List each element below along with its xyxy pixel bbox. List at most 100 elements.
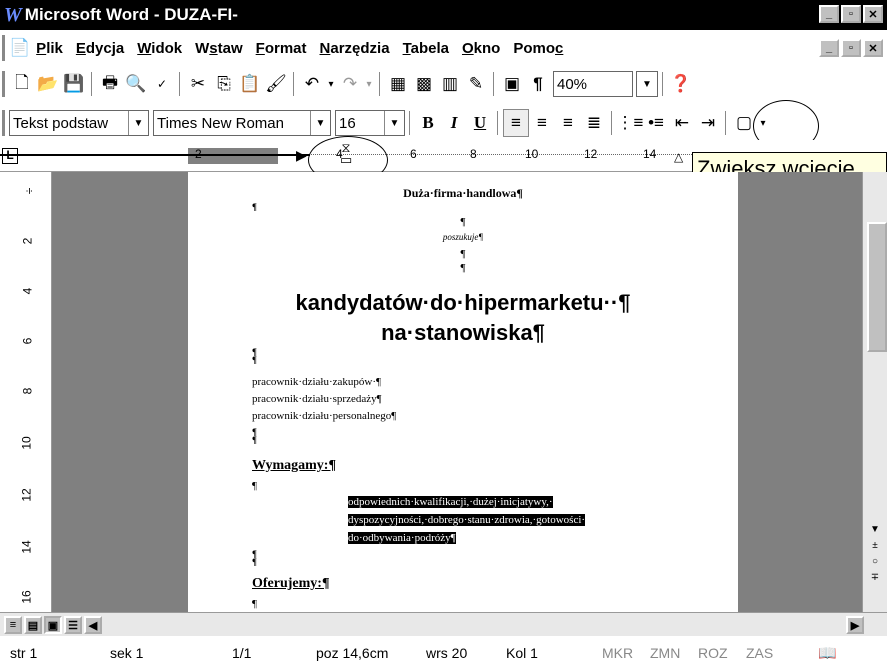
scroll-right-icon[interactable]: ▶ bbox=[846, 616, 864, 634]
restore-button[interactable]: ▫ bbox=[841, 5, 861, 23]
status-zas[interactable]: ZAS bbox=[746, 645, 773, 661]
format-painter-icon[interactable]: 🖌 bbox=[263, 70, 289, 98]
office-assistant-icon[interactable]: ❓ bbox=[668, 70, 694, 98]
ruler-v-label: 12 bbox=[19, 488, 34, 502]
justify-icon[interactable]: ≣ bbox=[581, 109, 607, 137]
print-layout-icon[interactable]: ▣ bbox=[44, 616, 62, 634]
close-button[interactable]: ✕ bbox=[863, 5, 883, 23]
ruler-v-label: 2 bbox=[20, 237, 35, 245]
menu-pomoc[interactable]: Pomoc bbox=[513, 40, 563, 57]
toolbar-grip bbox=[2, 110, 5, 136]
redo-icon[interactable]: ↷ bbox=[337, 70, 363, 98]
cut-icon[interactable]: ✂ bbox=[185, 70, 211, 98]
print-icon[interactable]: 🖶 bbox=[97, 70, 123, 98]
horizontal-scrollbar[interactable]: ≡ ▤ ▣ ☰ ◀ ▶ bbox=[0, 612, 887, 636]
separator bbox=[497, 111, 499, 135]
drawing-icon[interactable]: ✎ bbox=[463, 70, 489, 98]
doc-list-item: pracownik·działu·zakupów·¶ bbox=[252, 376, 381, 388]
font-dropdown-icon[interactable]: ▼ bbox=[310, 111, 330, 135]
doc-poszukuje: poszukuje¶ bbox=[442, 232, 484, 242]
bold-icon[interactable]: B bbox=[415, 109, 441, 137]
new-icon[interactable]: 🗋 bbox=[9, 70, 35, 98]
excel-table-icon[interactable]: ▩ bbox=[411, 70, 437, 98]
font-value: Times New Roman bbox=[157, 114, 284, 132]
status-roz[interactable]: ROZ bbox=[698, 645, 728, 661]
menu-widok[interactable]: Widok bbox=[137, 40, 182, 57]
doc-restore-button[interactable]: ▫ bbox=[841, 39, 861, 57]
zoom-select[interactable]: 40% bbox=[553, 71, 633, 97]
size-select[interactable]: 16 ▼ bbox=[335, 110, 405, 136]
separator bbox=[293, 72, 295, 96]
ruler-v-label: 16 bbox=[19, 590, 34, 604]
menu-wstaw[interactable]: Wstaw bbox=[195, 40, 243, 57]
ruler-v-label: 4 bbox=[20, 287, 35, 295]
save-icon[interactable]: 💾 bbox=[61, 70, 87, 98]
separator bbox=[409, 111, 411, 135]
style-dropdown-icon[interactable]: ▼ bbox=[128, 111, 148, 135]
numbering-icon[interactable]: ⋮≡ bbox=[617, 109, 644, 137]
normal-view-icon[interactable]: ≡ bbox=[4, 616, 22, 634]
web-view-icon[interactable]: ▤ bbox=[24, 616, 42, 634]
underline-icon[interactable]: U bbox=[467, 109, 493, 137]
align-left-icon[interactable]: ≡ bbox=[503, 109, 529, 137]
tab-selector-icon[interactable]: L bbox=[2, 148, 18, 164]
separator bbox=[91, 72, 93, 96]
separator bbox=[179, 72, 181, 96]
doc-close-button[interactable]: ✕ bbox=[863, 39, 883, 57]
status-bar: str 1 sek 1 1/1 poz 14,6cm wrs 20 Kol 1 … bbox=[0, 638, 887, 668]
style-select[interactable]: Tekst podstaw ▼ bbox=[9, 110, 149, 136]
minimize-button[interactable]: _ bbox=[819, 5, 839, 23]
columns-icon[interactable]: ▥ bbox=[437, 70, 463, 98]
undo-icon[interactable]: ↶ bbox=[299, 70, 325, 98]
undo-dropdown-icon[interactable]: ▾ bbox=[325, 70, 337, 98]
increase-indent-icon[interactable]: ⇥ bbox=[695, 109, 721, 137]
spelling-icon[interactable]: ✓ bbox=[149, 70, 175, 98]
align-center-icon[interactable]: ≡ bbox=[529, 109, 555, 137]
decrease-indent-icon[interactable]: ⇤ bbox=[669, 109, 695, 137]
scroll-thumb[interactable] bbox=[867, 222, 887, 352]
status-page: str 1 bbox=[10, 645, 38, 661]
size-dropdown-icon[interactable]: ▼ bbox=[384, 111, 404, 135]
document-page[interactable]: Duża·firma·handlowa¶ ¶ ¶ poszukuje¶ ¶ ¶ … bbox=[188, 172, 738, 612]
scroll-buttons[interactable]: ▼ ± ○ ∓ bbox=[863, 522, 887, 586]
show-formatting-icon[interactable]: ¶ bbox=[525, 70, 551, 98]
workspace-right bbox=[738, 172, 862, 612]
outline-view-icon[interactable]: ☰ bbox=[64, 616, 82, 634]
doc-big-line-1: kandydatów·do·hipermarketu··¶ bbox=[295, 290, 631, 315]
menu-narzedzia[interactable]: Narzędzia bbox=[320, 40, 390, 57]
zoom-dropdown-icon[interactable]: ▼ bbox=[636, 71, 658, 97]
doc-minimize-button[interactable]: _ bbox=[819, 39, 839, 57]
menu-okno[interactable]: Okno bbox=[462, 40, 500, 57]
print-preview-icon[interactable]: 🔍 bbox=[123, 70, 149, 98]
spelling-status-icon[interactable]: 📖 bbox=[818, 644, 837, 662]
left-strip bbox=[0, 172, 20, 612]
status-zmn[interactable]: ZMN bbox=[650, 645, 680, 661]
style-value: Tekst podstaw bbox=[13, 114, 109, 132]
menu-format[interactable]: Format bbox=[256, 40, 307, 57]
right-indent-marker-icon[interactable]: △ bbox=[674, 150, 683, 164]
toolbar-grip bbox=[2, 71, 5, 97]
window-title: Microsoft Word - DUZA-FI- bbox=[24, 5, 238, 24]
menu-plik[interactable]: Plik bbox=[36, 40, 63, 57]
workspace-left bbox=[52, 172, 188, 612]
ruler-v-label: 14 bbox=[19, 540, 34, 554]
font-select[interactable]: Times New Roman ▼ bbox=[153, 110, 331, 136]
menu-edycja[interactable]: Edycja bbox=[76, 40, 124, 57]
copy-icon[interactable]: ⎘ bbox=[211, 70, 237, 98]
bullets-icon[interactable]: •≡ bbox=[643, 109, 669, 137]
menu-tabela[interactable]: Tabela bbox=[403, 40, 449, 57]
ruler-v-label: 10 bbox=[19, 436, 34, 450]
status-mkr[interactable]: MKR bbox=[602, 645, 633, 661]
ruler-h-label: 8 bbox=[470, 147, 477, 161]
scroll-left-icon[interactable]: ◀ bbox=[84, 616, 102, 634]
redo-dropdown-icon[interactable]: ▾ bbox=[363, 70, 375, 98]
paste-icon[interactable]: 📋 bbox=[237, 70, 263, 98]
italic-icon[interactable]: I bbox=[441, 109, 467, 137]
separator bbox=[379, 72, 381, 96]
align-right-icon[interactable]: ≡ bbox=[555, 109, 581, 137]
vertical-scrollbar[interactable]: ▼ ± ○ ∓ bbox=[862, 172, 887, 612]
open-icon[interactable]: 📂 bbox=[35, 70, 61, 98]
table-icon[interactable]: ▦ bbox=[385, 70, 411, 98]
document-map-icon[interactable]: ▣ bbox=[499, 70, 525, 98]
document-icon[interactable]: 📄 bbox=[9, 38, 30, 58]
